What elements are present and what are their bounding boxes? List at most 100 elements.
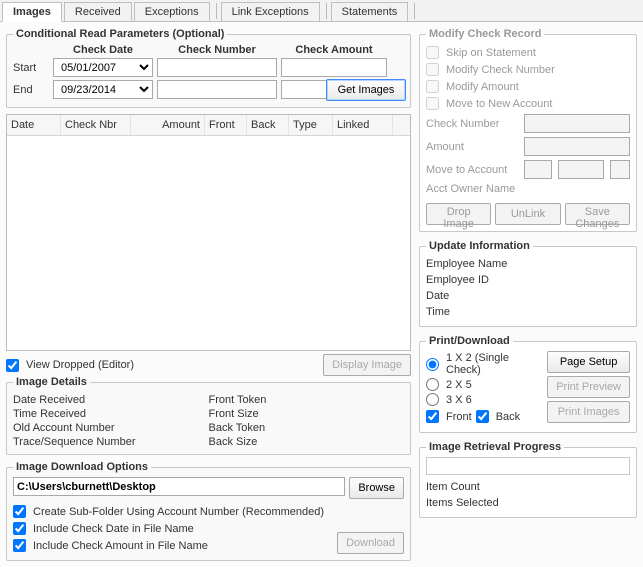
pd-1x2-label: 1 X 2 (Single Check) [446,352,543,376]
print-download-group: Print/Download 1 X 2 (Single Check) 2 X … [419,335,637,433]
col-amount[interactable]: Amount [131,115,205,135]
tab-statements[interactable]: Statements [331,2,409,21]
check-number-input [524,114,630,133]
old-account-label: Old Account Number [13,422,209,434]
conditional-read-group: Conditional Read Parameters (Optional) C… [6,28,411,108]
pd-front-row[interactable]: Front [426,408,472,425]
pd-3x6-row[interactable]: 3 X 6 [426,392,543,407]
pd-2x5-radio[interactable] [426,378,439,391]
print-download-legend: Print/Download [426,335,513,347]
mod-amt-label: Modify Amount [446,81,519,93]
item-count-label: Item Count [426,479,630,495]
drop-image-button: Drop Image [426,203,491,225]
pd-2x5-row[interactable]: 2 X 5 [426,377,543,392]
upd-time-label: Time [426,304,630,320]
unlink-button: UnLink [495,203,560,225]
opt-subfolder-checkbox[interactable] [13,505,26,518]
col-type[interactable]: Type [289,115,333,135]
trace-label: Trace/Sequence Number [13,436,209,448]
mod-amt-row: Modify Amount [426,78,630,95]
col-check-amount: Check Amount [281,44,387,56]
col-date[interactable]: Date [7,115,61,135]
move-to-c-input [610,160,630,179]
get-images-button[interactable]: Get Images [326,79,406,101]
opt-date-checkbox[interactable] [13,522,26,535]
print-preview-button[interactable]: Print Preview [547,376,630,398]
start-label: Start [13,62,49,74]
opt-date-label: Include Check Date in File Name [33,523,194,535]
modify-check-group: Modify Check Record Skip on Statement Mo… [419,28,637,232]
skip-checkbox [426,46,439,59]
pd-back-checkbox[interactable] [476,410,489,423]
image-details-group: Image Details Date Received Front Token … [6,376,411,455]
view-dropped-row[interactable]: View Dropped (Editor) [6,357,134,374]
col-back[interactable]: Back [247,115,289,135]
back-size-label: Back Size [209,436,405,448]
tab-separator [216,3,217,19]
update-info-legend: Update Information [426,240,533,252]
pd-front-label: Front [446,411,472,423]
amount-label: Amount [426,141,518,153]
owner-label: Acct Owner Name [426,183,518,195]
pd-3x6-radio[interactable] [426,393,439,406]
mod-num-checkbox [426,63,439,76]
front-token-label: Front Token [209,394,405,406]
emp-name-label: Employee Name [426,256,630,272]
col-front[interactable]: Front [205,115,247,135]
display-image-button[interactable]: Display Image [323,354,411,376]
page-setup-button[interactable]: Page Setup [547,351,630,373]
tab-separator [414,3,415,19]
front-size-label: Front Size [209,408,405,420]
mod-num-label: Modify Check Number [446,64,555,76]
download-options-group: Image Download Options Browse Create Sub… [6,461,411,561]
opt-amount-row[interactable]: Include Check Amount in File Name [13,537,337,554]
col-linked[interactable]: Linked [333,115,393,135]
items-selected-label: Items Selected [426,495,630,511]
pd-front-checkbox[interactable] [426,410,439,423]
modify-check-legend: Modify Check Record [426,28,544,40]
image-details-legend: Image Details [13,376,90,388]
end-check-number-input[interactable] [157,80,277,99]
tab-exceptions[interactable]: Exceptions [134,2,210,21]
view-dropped-checkbox[interactable] [6,359,19,372]
tab-received[interactable]: Received [64,2,132,21]
opt-date-row[interactable]: Include Check Date in File Name [13,520,337,537]
retrieval-progress-group: Image Retrieval Progress Item Count Item… [419,441,637,518]
back-token-label: Back Token [209,422,405,434]
download-button[interactable]: Download [337,532,404,554]
download-path-input[interactable] [13,477,345,496]
start-date-select[interactable]: 05/01/2007 [53,58,153,77]
start-check-amount-input[interactable] [281,58,387,77]
pd-1x2-radio[interactable] [426,358,439,371]
pd-back-row[interactable]: Back [476,408,520,425]
time-received-label: Time Received [13,408,209,420]
print-images-button[interactable]: Print Images [547,401,630,423]
opt-amount-label: Include Check Amount in File Name [33,540,208,552]
check-number-label: Check Number [426,118,518,130]
download-options-legend: Image Download Options [13,461,151,473]
pd-1x2-row[interactable]: 1 X 2 (Single Check) [426,351,543,377]
col-check-nbr[interactable]: Check Nbr [61,115,131,135]
images-table: Date Check Nbr Amount Front Back Type Li… [6,114,411,351]
tab-images[interactable]: Images [2,2,62,22]
move-to-label: Move to Account [426,164,518,176]
retrieval-progress-legend: Image Retrieval Progress [426,441,564,453]
opt-amount-checkbox[interactable] [13,539,26,552]
start-check-number-input[interactable] [157,58,277,77]
move-to-a-input [524,160,552,179]
pd-back-label: Back [496,411,520,423]
pd-2x5-label: 2 X 5 [446,379,472,391]
mod-amt-checkbox [426,80,439,93]
conditional-read-legend: Conditional Read Parameters (Optional) [13,28,227,40]
view-dropped-label: View Dropped (Editor) [26,359,134,371]
opt-subfolder-row[interactable]: Create Sub-Folder Using Account Number (… [13,503,337,520]
tab-link-exceptions[interactable]: Link Exceptions [221,2,320,21]
save-changes-button: Save Changes [565,203,630,225]
emp-id-label: Employee ID [426,272,630,288]
table-body[interactable] [7,136,410,350]
amount-input [524,137,630,156]
skip-label: Skip on Statement [446,47,536,59]
move-to-b-input [558,160,604,179]
end-date-select[interactable]: 09/23/2014 [53,80,153,99]
browse-button[interactable]: Browse [349,477,404,499]
